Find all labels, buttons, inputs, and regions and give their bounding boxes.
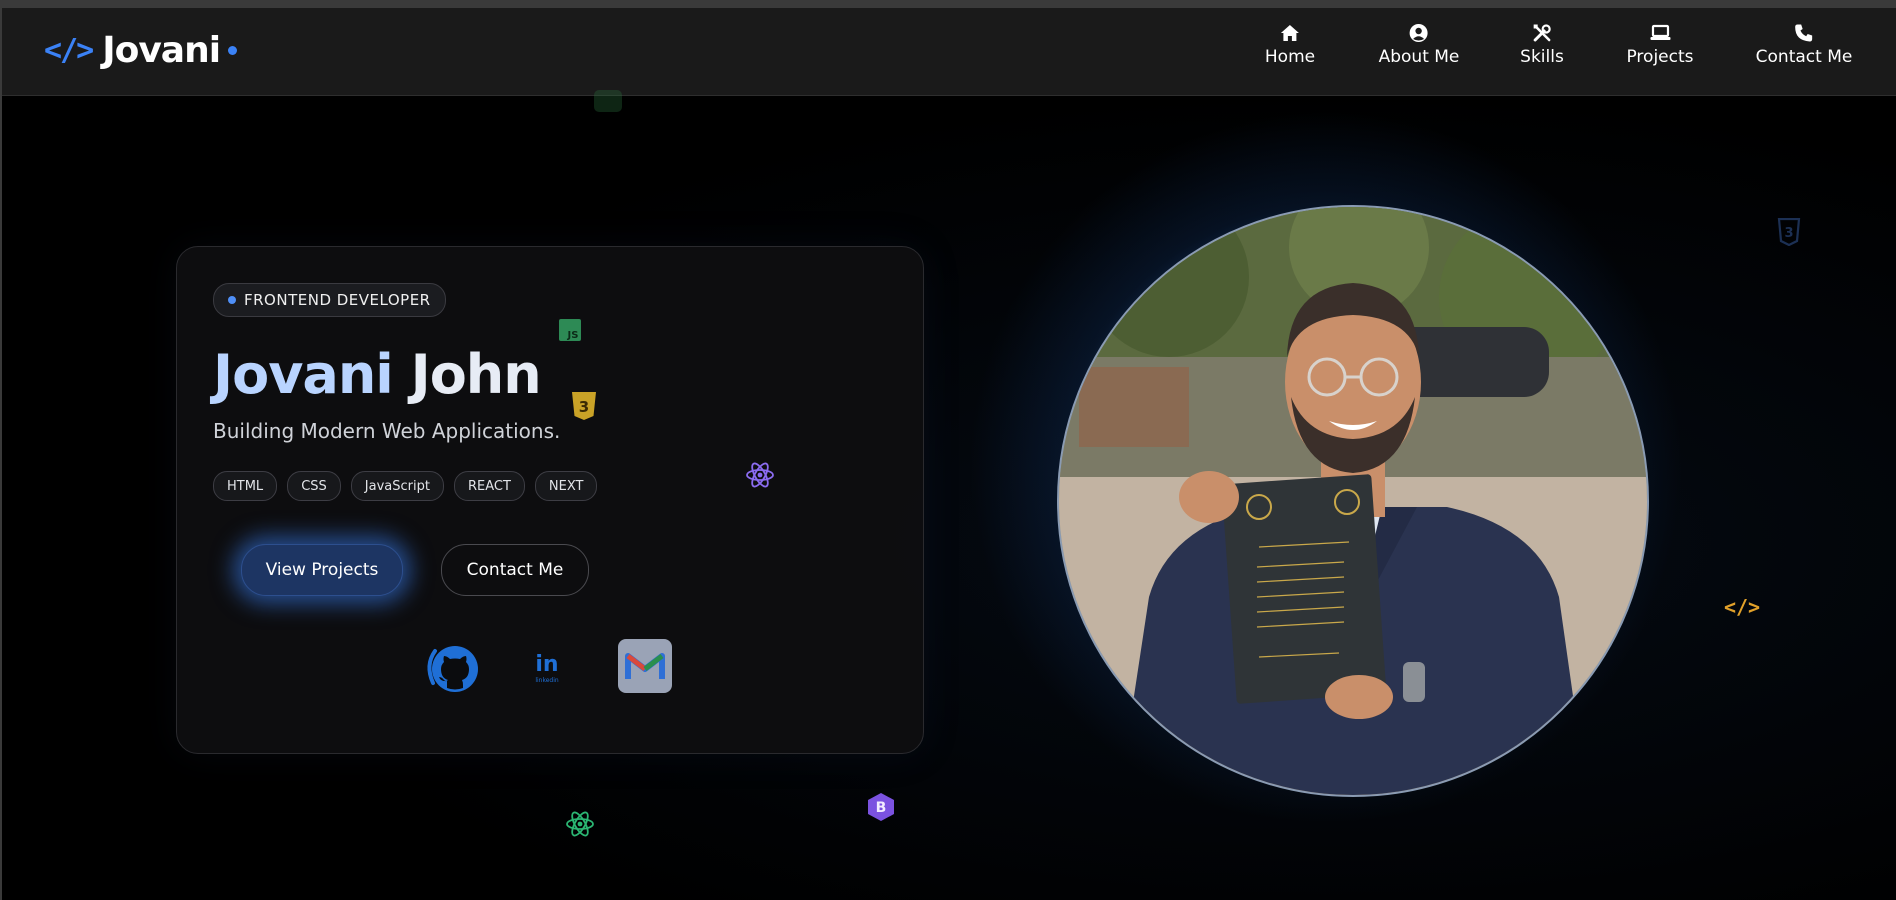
nav-item-skills[interactable]: Skills: [1520, 22, 1564, 67]
nav-item-home[interactable]: Home: [1265, 22, 1315, 67]
bootstrap-faded-icon: [592, 88, 624, 114]
role-badge: FRONTEND DEVELOPER: [213, 283, 446, 317]
browser-frame: </> Jovani Home About Me Skills Projects…: [0, 0, 1896, 900]
navbar: </> Jovani Home About Me Skills Projects…: [2, 8, 1896, 96]
react-purple-icon: [745, 460, 775, 490]
nav-item-projects[interactable]: Projects: [1626, 22, 1694, 67]
logo-text: Jovani: [102, 29, 221, 71]
laptop-icon: [1649, 22, 1671, 44]
bootstrap-icon: B: [866, 792, 896, 822]
tag-react: REACT: [453, 471, 525, 501]
profile-photo: [1057, 205, 1649, 797]
svg-text:3: 3: [1784, 226, 1793, 241]
github-link[interactable]: [421, 639, 481, 695]
page: </> Jovani Home About Me Skills Projects…: [2, 8, 1896, 900]
tag-javascript: JavaScript: [350, 471, 444, 501]
nav-label-home: Home: [1264, 47, 1316, 67]
tech-tags: HTML CSS JavaScript REACT NEXT: [213, 471, 598, 501]
profile-photo-illustration: [1059, 207, 1647, 795]
view-projects-button[interactable]: View Projects: [241, 544, 403, 596]
svg-text:B: B: [876, 800, 887, 816]
svg-text:JS: JS: [567, 330, 579, 341]
code-brackets-icon: </>: [44, 32, 94, 68]
gmail-link[interactable]: [618, 639, 672, 693]
linkedin-icon: in linkedin: [535, 652, 559, 684]
nav-item-about[interactable]: About Me: [1378, 22, 1460, 67]
user-circle-icon: [1408, 22, 1430, 44]
home-icon: [1279, 22, 1301, 44]
hero-subtitle: Building Modern Web Applications.: [213, 419, 561, 443]
hero-name: Jovani John: [213, 343, 542, 406]
hero-name-last: John: [410, 343, 542, 406]
tag-css: CSS: [287, 471, 341, 501]
nav-label-contact: Contact Me: [1755, 47, 1853, 67]
nav-label-projects: Projects: [1626, 47, 1694, 67]
hero-name-first: Jovani: [213, 343, 394, 406]
phone-icon: [1793, 22, 1815, 44]
svg-text:linkedin: linkedin: [535, 677, 559, 684]
css3-faded-icon: 3: [1777, 217, 1801, 247]
logo-dot: [228, 45, 238, 55]
css3-icon: 3: [571, 391, 597, 421]
react-green-icon: [565, 809, 595, 839]
hero-card: FRONTEND DEVELOPER JS Jovani John 3 Buil…: [176, 246, 924, 754]
svg-text:3: 3: [579, 398, 589, 416]
gmail-icon: [625, 653, 665, 679]
svg-text:</>: </>: [1724, 595, 1760, 619]
code-tag-icon: </>: [1722, 594, 1762, 622]
svg-text:in: in: [535, 652, 558, 677]
tag-html: HTML: [213, 471, 278, 501]
contact-me-button[interactable]: Contact Me: [441, 544, 589, 596]
logo[interactable]: </> Jovani: [44, 29, 238, 71]
nav-label-about: About Me: [1378, 47, 1460, 67]
nav-label-skills: Skills: [1520, 47, 1564, 67]
badge-text: FRONTEND DEVELOPER: [244, 291, 431, 309]
badge-dot: [228, 296, 236, 304]
tools-icon: [1531, 22, 1553, 44]
linkedin-link[interactable]: in linkedin: [527, 647, 567, 687]
nav-item-contact[interactable]: Contact Me: [1755, 22, 1853, 67]
javascript-icon: JS: [559, 319, 581, 341]
github-icon: [427, 646, 478, 692]
tag-next: NEXT: [534, 471, 598, 501]
